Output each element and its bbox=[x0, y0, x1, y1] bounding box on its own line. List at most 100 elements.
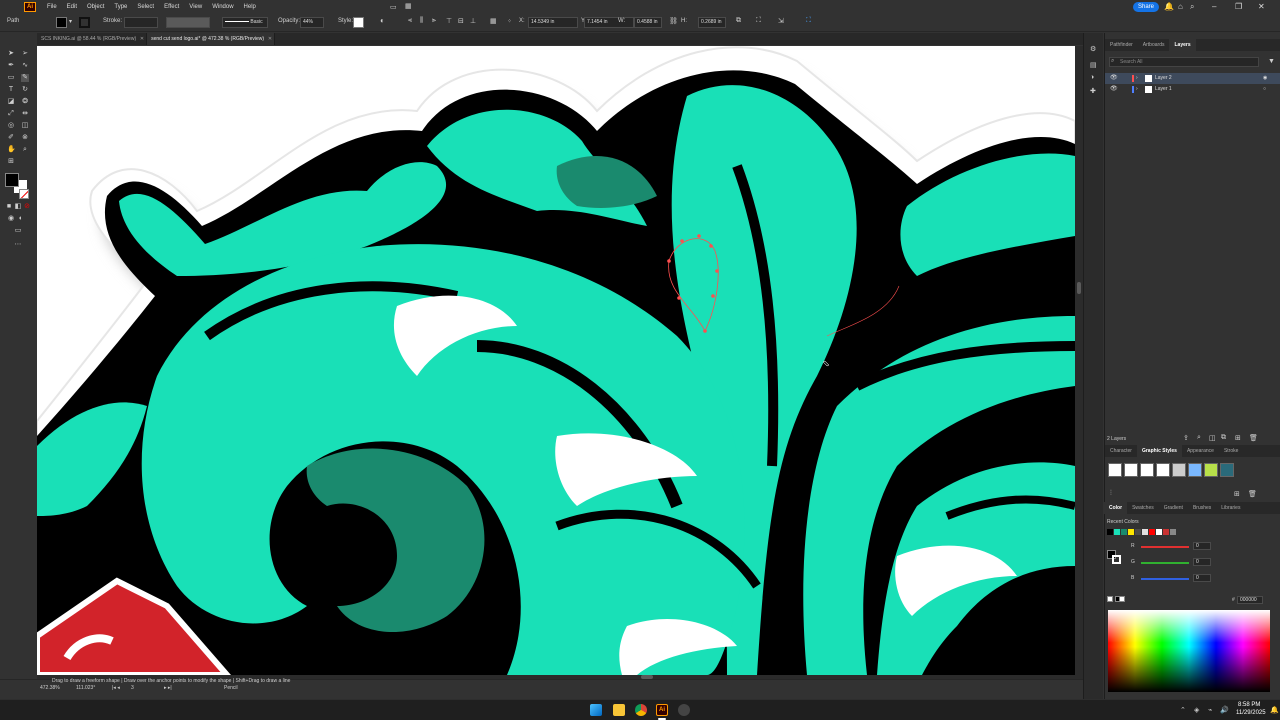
fill-dropdown-icon[interactable]: ▾ bbox=[69, 18, 72, 25]
artboard-tool-icon[interactable]: ⊞ bbox=[7, 158, 15, 166]
gradient-tool-icon[interactable]: ◫ bbox=[21, 122, 29, 130]
graphic-style-swatch[interactable] bbox=[353, 17, 364, 28]
chrome-icon[interactable] bbox=[635, 704, 647, 716]
recent-color-swatch[interactable] bbox=[1114, 529, 1120, 535]
b-slider-track[interactable] bbox=[1141, 578, 1189, 580]
doc-tab-scs-inking[interactable]: SCS INKING.ai @ 58.44 % (RGB/Preview) ✕ bbox=[37, 33, 148, 45]
menu-window[interactable]: Window bbox=[207, 4, 238, 10]
constrain-proportions-icon[interactable]: ⛓ bbox=[669, 17, 678, 25]
tab-appearance[interactable]: Appearance bbox=[1182, 445, 1219, 457]
align-middle-icon[interactable]: ⊟ bbox=[458, 17, 464, 25]
tab-layers[interactable]: Layers bbox=[1169, 39, 1196, 51]
doc-tab-send-cut-send[interactable]: send cut send logo.ai* @ 472.38 % (RGB/P… bbox=[147, 33, 276, 45]
graphic-style-swatch-4[interactable] bbox=[1156, 463, 1170, 477]
y-field[interactable]: 7.1454 in bbox=[584, 17, 634, 28]
layer-name[interactable]: Layer 2 bbox=[1155, 73, 1172, 84]
blend-tool-icon[interactable]: ⊗ bbox=[21, 134, 29, 142]
color-mode-icon[interactable]: ■ bbox=[5, 203, 13, 211]
stroke-weight-field[interactable] bbox=[124, 17, 158, 28]
none-mode-icon[interactable]: ⊘ bbox=[23, 203, 31, 211]
hex-value-field[interactable]: 000000 bbox=[1237, 596, 1263, 604]
graphic-style-swatch-8[interactable] bbox=[1220, 463, 1234, 477]
maximize-icon[interactable]: ❐ bbox=[1235, 2, 1242, 11]
eraser-tool-icon[interactable]: ◪ bbox=[7, 98, 15, 106]
stroke-label[interactable]: Stroke: bbox=[103, 18, 122, 24]
current-tool-label[interactable]: Pencil bbox=[224, 685, 238, 691]
align-left-icon[interactable]: ⫷ bbox=[408, 17, 412, 25]
target-icon[interactable]: ○ bbox=[1263, 84, 1266, 95]
anchor-point[interactable] bbox=[715, 269, 719, 273]
delete-style-icon[interactable]: 🗑 bbox=[1248, 490, 1257, 498]
layers-search-input[interactable]: Search All bbox=[1109, 57, 1259, 67]
new-style-icon[interactable]: ⊞ bbox=[1234, 490, 1240, 498]
recent-color-swatch[interactable] bbox=[1163, 529, 1169, 535]
recent-color-swatch[interactable] bbox=[1156, 529, 1162, 535]
app-taskbar-icon[interactable] bbox=[678, 704, 690, 716]
anchor-point[interactable] bbox=[677, 296, 681, 300]
anchor-point[interactable] bbox=[680, 239, 684, 243]
recent-color-swatch[interactable] bbox=[1142, 529, 1148, 535]
reference-point-icon[interactable]: ⁘ bbox=[507, 18, 512, 25]
menu-effect[interactable]: Effect bbox=[159, 4, 184, 10]
transform-icon[interactable]: ⧉ bbox=[736, 17, 741, 25]
r-value-field[interactable]: 0 bbox=[1193, 542, 1211, 550]
anchor-point[interactable] bbox=[711, 294, 715, 298]
color-stroke-indicator[interactable] bbox=[1112, 555, 1121, 564]
locate-object-icon[interactable]: ⌕ bbox=[1197, 434, 1201, 442]
recent-color-swatch[interactable] bbox=[1170, 529, 1176, 535]
layer-name[interactable]: Layer 1 bbox=[1155, 84, 1172, 95]
recent-color-swatch[interactable] bbox=[1135, 529, 1141, 535]
h-field[interactable]: 0.2689 in bbox=[698, 17, 726, 28]
discover-icon[interactable]: ⌂ bbox=[1178, 2, 1183, 11]
gradient-mode-icon[interactable]: ◧ bbox=[14, 203, 22, 211]
anchor-point[interactable] bbox=[709, 244, 713, 248]
clock-time[interactable]: 8:58 PM bbox=[1238, 702, 1260, 708]
isolate-icon[interactable]: ⛶ bbox=[756, 17, 761, 25]
rotate-tool-icon[interactable]: ↻ bbox=[21, 86, 29, 94]
tray-app-icon[interactable]: ◈ bbox=[1194, 706, 1199, 714]
opacity-label[interactable]: Opacity: bbox=[278, 18, 300, 24]
tab-graphic-styles[interactable]: Graphic Styles bbox=[1136, 445, 1182, 457]
w-field[interactable]: 0.4588 in bbox=[634, 17, 662, 28]
stroke-swatch[interactable] bbox=[79, 17, 90, 28]
hand-tool-icon[interactable]: ✋ bbox=[7, 146, 16, 154]
tab-libraries[interactable]: Libraries bbox=[1216, 502, 1245, 514]
screen-mode-icon[interactable]: ▭ bbox=[14, 227, 22, 235]
align-right-icon[interactable]: ⫸ bbox=[432, 17, 436, 25]
target-icon[interactable]: ◉ bbox=[1263, 73, 1267, 84]
close-icon[interactable]: ✕ bbox=[1258, 2, 1265, 11]
graphic-style-swatch-default[interactable] bbox=[1108, 463, 1122, 477]
tab-stroke[interactable]: Stroke bbox=[1219, 445, 1243, 457]
style-label[interactable]: Style: bbox=[338, 18, 353, 24]
recent-color-swatch[interactable] bbox=[1121, 529, 1127, 535]
select-similar-icon[interactable]: ⇲ bbox=[778, 17, 784, 25]
pen-tool-icon[interactable]: ✒ bbox=[7, 62, 15, 70]
g-slider-track[interactable] bbox=[1141, 562, 1189, 564]
color-spectrum[interactable] bbox=[1108, 610, 1270, 692]
direct-selection-tool-icon[interactable]: ➢ bbox=[21, 50, 29, 58]
workspace-icon[interactable]: ▭ bbox=[390, 3, 397, 11]
selection-tool-icon[interactable]: ➤ bbox=[7, 50, 15, 58]
white-color-swatch[interactable] bbox=[1119, 596, 1125, 602]
eyedropper-tool-icon[interactable]: ✐ bbox=[7, 134, 15, 142]
zoom-tool-icon[interactable]: ⌕ bbox=[21, 146, 29, 154]
arrange-icon[interactable]: ▦ bbox=[405, 2, 412, 10]
libraries-icon[interactable]: ▤ bbox=[1090, 61, 1097, 69]
x-field[interactable]: 14.5349 in bbox=[528, 17, 578, 28]
vertical-scrollbar[interactable] bbox=[1075, 46, 1083, 675]
none-color-swatch[interactable] bbox=[1107, 596, 1113, 602]
volume-icon[interactable]: 🔊 bbox=[1220, 706, 1229, 714]
tab-brushes[interactable]: Brushes bbox=[1188, 502, 1216, 514]
tray-chevron-icon[interactable]: ⌃ bbox=[1180, 706, 1186, 714]
edit-toolbar-icon[interactable]: ⛶ bbox=[806, 17, 811, 25]
minimize-icon[interactable]: – bbox=[1212, 2, 1216, 11]
recent-color-swatch[interactable] bbox=[1107, 529, 1113, 535]
close-tab-icon[interactable]: ✕ bbox=[140, 33, 144, 45]
search-help-icon[interactable]: ⌕ bbox=[1190, 2, 1194, 12]
menu-select[interactable]: Select bbox=[132, 4, 159, 10]
rectangle-tool-icon[interactable]: ▭ bbox=[7, 74, 15, 82]
gradient-panel-icon[interactable]: ◑ bbox=[1090, 74, 1094, 81]
recent-color-swatch[interactable] bbox=[1149, 529, 1155, 535]
fill-color-indicator[interactable] bbox=[5, 173, 19, 187]
type-tool-icon[interactable]: T bbox=[7, 86, 15, 94]
